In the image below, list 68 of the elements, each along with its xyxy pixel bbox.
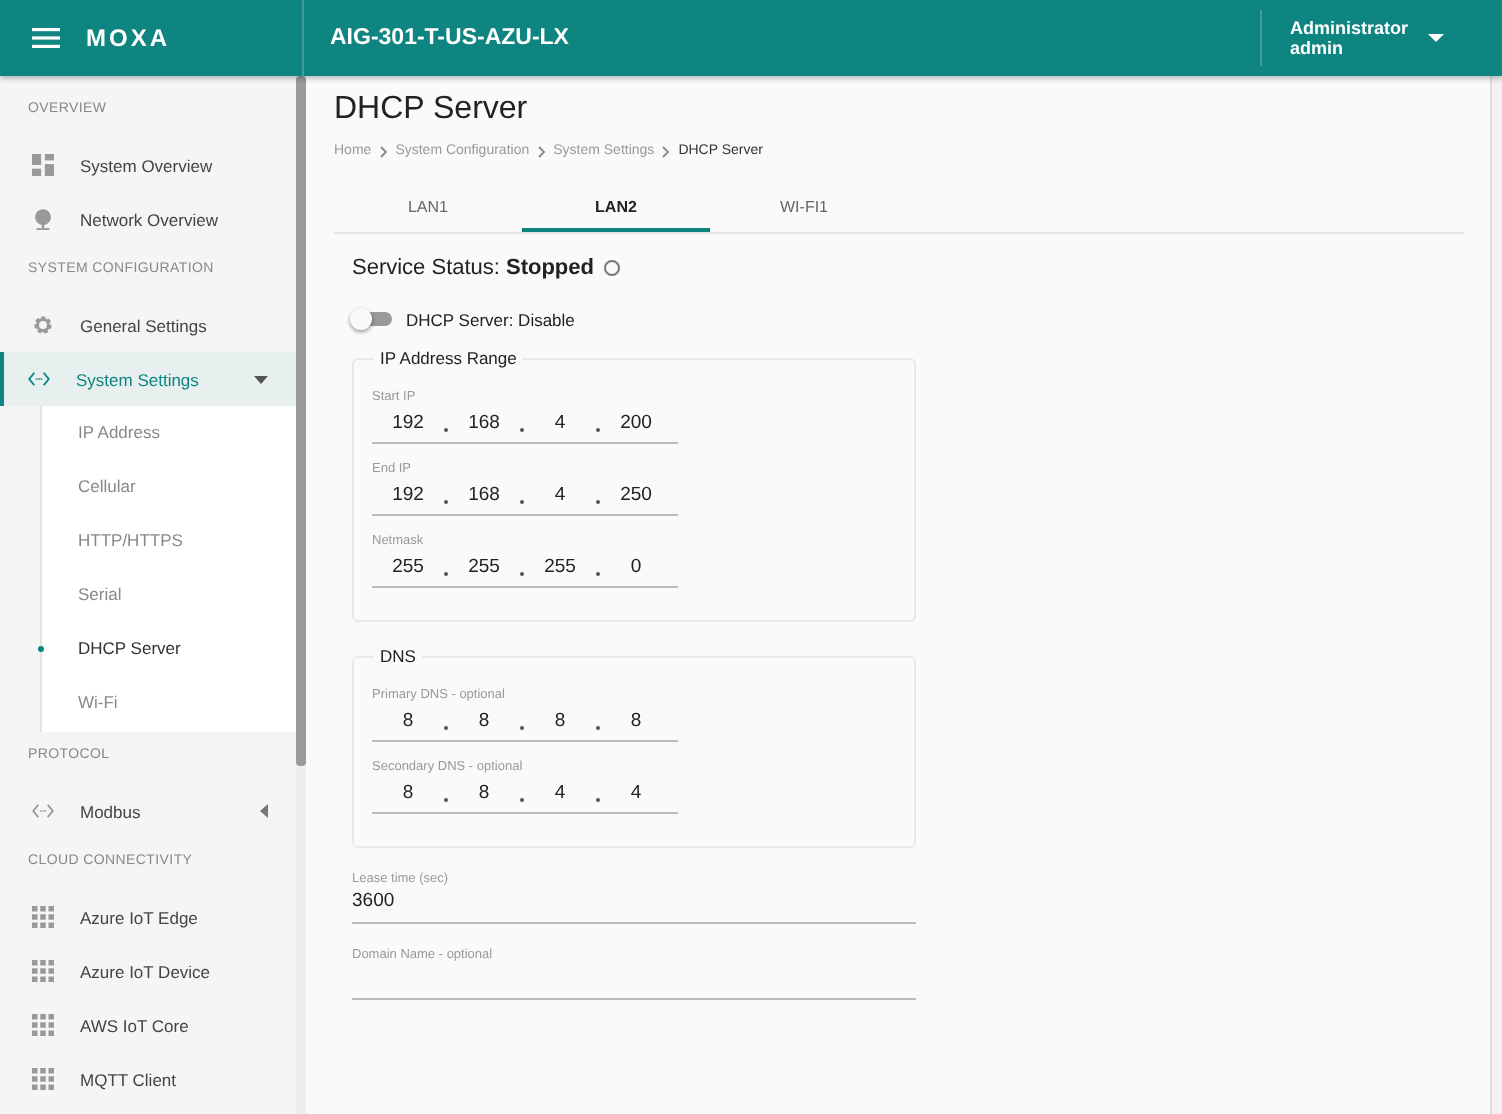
chevron-icon <box>379 145 388 157</box>
separator-dot <box>596 427 600 431</box>
separator-dot <box>444 725 448 729</box>
separator-dot <box>444 797 448 801</box>
nav-item[interactable]: MQTT Client <box>0 1052 296 1106</box>
user-name: admin <box>1289 38 1345 58</box>
group-title: DNS <box>378 646 418 666</box>
page-title: DHCP Server <box>334 92 528 128</box>
submenu-item[interactable]: Wi-Fi <box>42 676 296 730</box>
nav-item[interactable]: AWS IoT Core <box>0 998 296 1052</box>
submenu-item[interactable]: DHCP Server <box>42 622 296 676</box>
tab[interactable]: LAN2 <box>522 186 710 232</box>
separator-dot <box>596 571 600 575</box>
lease-time-field[interactable]: 3600 <box>352 886 916 924</box>
apps-icon <box>32 1014 54 1036</box>
toggle-label: DHCP Server: Disable <box>406 309 575 329</box>
submenu-item[interactable]: HTTP/HTTPS <box>42 514 296 568</box>
separator-dot <box>520 571 524 575</box>
nav-item[interactable]: General Settings <box>0 298 296 352</box>
nav-item[interactable]: Azure IoT Device <box>0 944 296 998</box>
group-title: IP Address Range <box>378 348 519 368</box>
separator-dot <box>444 499 448 503</box>
user-menu[interactable]: Administrator admin <box>1259 10 1502 66</box>
chevron-icon <box>662 145 671 157</box>
tab[interactable]: LAN1 <box>334 186 522 232</box>
apps-icon <box>32 906 54 928</box>
tab[interactable]: WI-FI1 <box>710 186 898 232</box>
nav-item[interactable]: Azure IoT Edge <box>0 890 296 944</box>
apps-icon <box>32 960 54 982</box>
code-icon <box>28 368 50 390</box>
ip-input-field[interactable]: 255 255 255 0 <box>372 548 678 588</box>
separator-dot <box>520 427 524 431</box>
separator-dot <box>444 427 448 431</box>
apps-icon <box>32 1068 54 1090</box>
menu-icon[interactable] <box>32 28 60 48</box>
ip-input-field[interactable]: 192 168 4 200 <box>372 404 678 444</box>
separator-dot <box>596 725 600 729</box>
submenu-item[interactable]: Serial <box>42 568 296 622</box>
caret-left-icon <box>260 804 268 818</box>
separator-dot <box>520 725 524 729</box>
nav-item[interactable]: Modbus <box>0 784 296 838</box>
globe-icon <box>32 208 54 230</box>
separator-dot <box>596 797 600 801</box>
nav-item[interactable]: System Settings <box>0 352 296 406</box>
separator-dot <box>444 571 448 575</box>
code-icon <box>32 800 54 822</box>
device-name: AIG-301-T-US-AZU-LX <box>302 0 1260 76</box>
dashboard-icon <box>32 154 54 176</box>
ip-input-field[interactable]: 192 168 4 250 <box>372 476 678 516</box>
ip-input-field[interactable]: 8 8 8 8 <box>372 702 678 742</box>
separator-dot <box>596 499 600 503</box>
chevron-icon <box>537 145 546 157</box>
separator-dot <box>520 499 524 503</box>
submenu-item[interactable]: IP Address <box>42 406 296 460</box>
scrollbar[interactable] <box>296 76 306 1114</box>
submenu-item[interactable]: Cellular <box>42 460 296 514</box>
nav-item[interactable]: System Overview <box>0 138 296 192</box>
status-label: Service Status: <box>352 256 500 280</box>
caret-icon <box>1428 34 1444 42</box>
separator-dot <box>520 797 524 801</box>
ip-input-field[interactable]: 8 8 4 4 <box>372 774 678 814</box>
status-value: Stopped <box>505 256 594 280</box>
gear-icon <box>32 314 54 336</box>
user-role: Administrator <box>1289 18 1408 38</box>
caret-down-icon <box>254 375 268 383</box>
brand-logo: MOXA <box>86 24 172 52</box>
toggle-switch[interactable] <box>350 308 394 330</box>
nav-item[interactable]: Network Overview <box>0 192 296 246</box>
